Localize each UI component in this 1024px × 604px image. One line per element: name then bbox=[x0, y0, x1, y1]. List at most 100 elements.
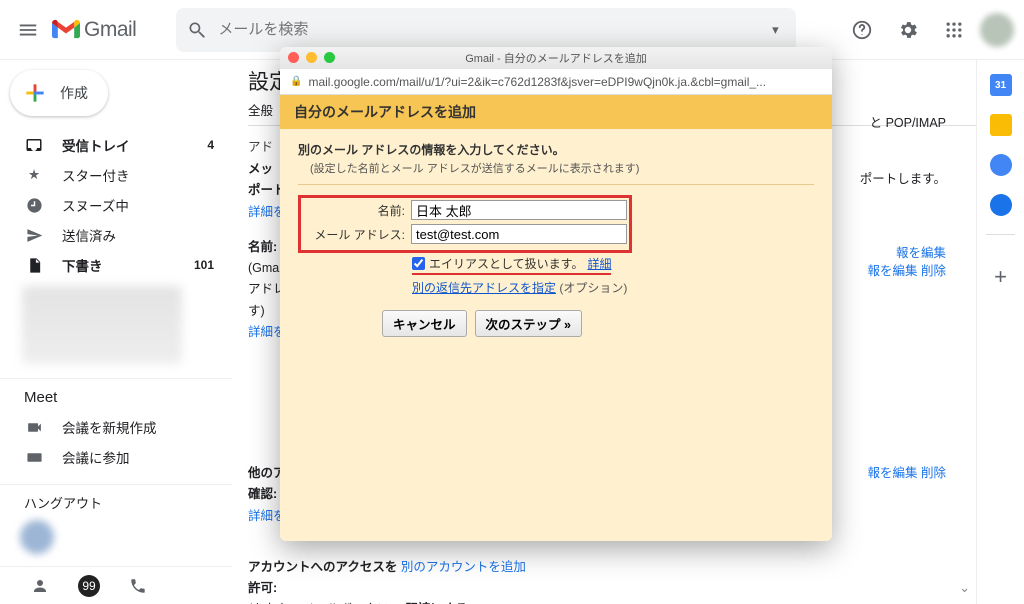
alias-checkbox[interactable] bbox=[412, 257, 425, 270]
send-icon bbox=[24, 225, 44, 245]
redacted-labels bbox=[22, 286, 182, 364]
dialog-buttons: キャンセル 次のステップ » bbox=[382, 310, 814, 337]
sidebar-item-label: スヌーズ中 bbox=[62, 195, 214, 215]
search-options-icon[interactable]: ▾ bbox=[764, 19, 786, 41]
alias-row: エイリアスとして扱います。 詳細 bbox=[412, 255, 611, 275]
compose-button[interactable]: 作成 bbox=[10, 70, 108, 116]
search-input[interactable] bbox=[208, 21, 764, 38]
name-label: 名前: bbox=[248, 240, 277, 254]
right-link-edit-del1[interactable]: 報を編集 削除 bbox=[868, 260, 946, 279]
hangouts-icon[interactable]: 99 bbox=[78, 575, 100, 597]
sidebar-item-label: スター付き bbox=[62, 165, 214, 185]
close-window-icon[interactable] bbox=[288, 52, 299, 63]
sidebar-item-inbox[interactable]: 受信トレイ 4 bbox=[0, 130, 232, 160]
sidebar-item-label: 下書き bbox=[62, 255, 194, 275]
name-field-label: 名前: bbox=[303, 202, 411, 219]
maximize-window-icon[interactable] bbox=[324, 52, 335, 63]
meet-title: Meet bbox=[0, 389, 232, 406]
avatar[interactable] bbox=[980, 13, 1014, 47]
star-icon: ★ bbox=[24, 165, 44, 185]
dialog-inner: 別のメール アドレスの情報を入力してください。 (設定した名前とメール アドレス… bbox=[280, 129, 832, 349]
email-field-label: メール アドレス: bbox=[303, 226, 411, 243]
contacts-icon[interactable] bbox=[990, 194, 1012, 216]
meet-join[interactable]: 会議に参加 bbox=[0, 442, 232, 472]
calendar-icon[interactable]: 31 bbox=[990, 74, 1012, 96]
form-highlight: 名前: メール アドレス: bbox=[298, 195, 632, 253]
meet-new-label: 会議を新規作成 bbox=[62, 417, 214, 437]
sidebar-item-label: 受信トレイ bbox=[62, 135, 207, 155]
permit-label: 許可: bbox=[248, 581, 277, 595]
compose-label: 作成 bbox=[60, 83, 88, 103]
dialog-body: 自分のメールアドレスを追加 別のメール アドレスの情報を入力してください。 (設… bbox=[280, 95, 832, 541]
minimize-window-icon[interactable] bbox=[306, 52, 317, 63]
name-input[interactable] bbox=[411, 200, 627, 220]
help-icon[interactable] bbox=[842, 10, 882, 50]
menu-icon[interactable] bbox=[6, 8, 50, 52]
search-icon[interactable] bbox=[186, 19, 208, 41]
clock-icon bbox=[24, 195, 44, 215]
gear-icon[interactable] bbox=[888, 10, 928, 50]
sidebar-bottom-bar: 99 bbox=[0, 566, 232, 604]
alias-label: エイリアスとして扱います。 bbox=[429, 255, 583, 272]
msg-label: メッ bbox=[248, 162, 273, 176]
tab-pop-imap[interactable]: と POP/IMAP bbox=[870, 112, 946, 131]
sidebar-item-label: 送信済み bbox=[62, 225, 214, 245]
plus-icon bbox=[22, 80, 48, 106]
meet-join-label: 会議に参加 bbox=[62, 447, 214, 467]
hangout-avatar[interactable] bbox=[20, 520, 54, 554]
keep-icon[interactable] bbox=[990, 114, 1012, 136]
apps-icon[interactable] bbox=[934, 10, 974, 50]
gmail-icon bbox=[52, 19, 80, 41]
draft-icon bbox=[24, 255, 44, 275]
tab-general[interactable]: 全般 bbox=[248, 100, 273, 119]
sidebar-item-drafts[interactable]: 下書き 101 bbox=[0, 250, 232, 280]
keyboard-icon bbox=[24, 447, 44, 467]
dialog-url-bar: 🔒 mail.google.com/mail/u/1/?ui=2&ik=c762… bbox=[280, 69, 832, 95]
dialog-form: 名前: メール アドレス: エイリアスとして扱います。 詳細 別の返信先アドレス… bbox=[298, 195, 814, 337]
person-icon[interactable] bbox=[30, 576, 50, 596]
dialog-titlebar: Gmail - 自分のメールアドレスを追加 bbox=[280, 47, 832, 69]
dialog-mac-title: Gmail - 自分のメールアドレスを追加 bbox=[465, 50, 647, 66]
check-label: 確認: bbox=[248, 487, 277, 501]
meet-section: Meet 会議を新規作成 会議に参加 bbox=[0, 378, 232, 472]
sidebar-item-starred[interactable]: ★ スター付き bbox=[0, 160, 232, 190]
alias-detail-link[interactable]: 詳細 bbox=[587, 255, 611, 272]
reply-to-row: 別の返信先アドレスを指定 (オプション) bbox=[412, 279, 814, 296]
divider bbox=[298, 184, 814, 185]
phone-icon[interactable] bbox=[128, 576, 148, 596]
sidebar-item-snoozed[interactable]: スヌーズ中 bbox=[0, 190, 232, 220]
sidebar-item-count: 4 bbox=[207, 138, 214, 152]
right-link-supports: ポートします。 bbox=[860, 168, 946, 187]
traffic-lights bbox=[288, 52, 335, 63]
nav-list: 受信トレイ 4 ★ スター付き スヌーズ中 送信済み 下書き 101 bbox=[0, 130, 232, 280]
email-input[interactable] bbox=[411, 224, 627, 244]
inbox-icon bbox=[24, 135, 44, 155]
dialog-header: 自分のメールアドレスを追加 bbox=[280, 95, 832, 129]
header-icon-group bbox=[842, 10, 1014, 50]
search-bar[interactable]: ▾ bbox=[176, 8, 796, 52]
right-link-edit1[interactable]: 報を編集 bbox=[896, 242, 946, 261]
cancel-button[interactable]: キャンセル bbox=[382, 310, 467, 337]
gmail-logo[interactable]: Gmail bbox=[52, 18, 136, 42]
dialog-info-line: 別のメール アドレスの情報を入力してください。 bbox=[298, 141, 814, 158]
scroll-down-icon[interactable]: ⌄ bbox=[959, 580, 970, 596]
add-addon-icon[interactable]: + bbox=[990, 266, 1012, 288]
add-email-dialog: Gmail - 自分のメールアドレスを追加 🔒 mail.google.com/… bbox=[280, 47, 832, 541]
add-other-account-link[interactable]: 別のアカウントを追加 bbox=[401, 560, 526, 574]
search-container: ▾ bbox=[176, 8, 796, 52]
hangout-title: ハングアウト bbox=[0, 493, 232, 512]
account-access-label: アカウントへのアクセスを bbox=[248, 560, 397, 574]
gmail-text: Gmail bbox=[84, 18, 136, 42]
camera-icon bbox=[24, 417, 44, 437]
meet-new[interactable]: 会議を新規作成 bbox=[0, 412, 232, 442]
reply-to-link[interactable]: 別の返信先アドレスを指定 bbox=[412, 281, 556, 295]
tasks-icon[interactable] bbox=[990, 154, 1012, 176]
sidebar-item-count: 101 bbox=[194, 258, 214, 272]
reply-to-note: (オプション) bbox=[559, 281, 627, 295]
lock-icon: 🔒 bbox=[290, 76, 302, 87]
side-panel: 31 + bbox=[976, 60, 1024, 604]
right-link-edit-del2[interactable]: 報を編集 削除 bbox=[868, 462, 946, 481]
dialog-url: mail.google.com/mail/u/1/?ui=2&ik=c762d1… bbox=[308, 75, 766, 89]
sidebar-item-sent[interactable]: 送信済み bbox=[0, 220, 232, 250]
next-step-button[interactable]: 次のステップ » bbox=[475, 310, 582, 337]
